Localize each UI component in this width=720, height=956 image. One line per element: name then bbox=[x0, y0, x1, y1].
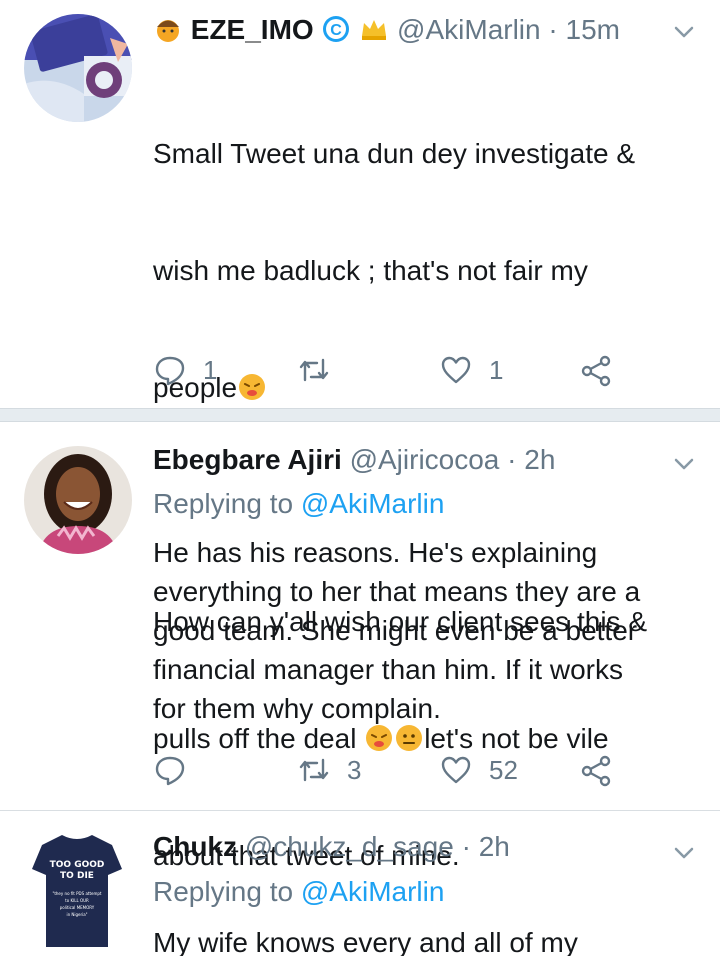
crown-emoji-icon bbox=[362, 20, 387, 40]
retweet-icon bbox=[299, 358, 329, 382]
separator-dot: · bbox=[461, 831, 471, 862]
avatar-chukz[interactable]: TOO GOOD TO DIE "they no fit PDS attempt… bbox=[22, 829, 132, 949]
author-handle[interactable]: @Ajiricocoa bbox=[350, 444, 500, 475]
tweet-text: My wife knows every and all of my bbox=[153, 927, 578, 956]
chevron-down-icon[interactable] bbox=[672, 452, 696, 476]
heart-icon bbox=[441, 756, 471, 784]
tweet-actions: 1 1 bbox=[153, 350, 633, 390]
like-button[interactable]: 1 bbox=[439, 350, 503, 390]
tweet-1[interactable]: EZE_IMO C @AkiMarlin · 15m Small Tweet u… bbox=[0, 0, 720, 871]
tweet-3-header: Chukz @chukz_d_sage · 2h bbox=[153, 831, 660, 863]
timestamp[interactable]: 2h bbox=[524, 444, 555, 475]
replying-to: Replying to @AkiMarlin bbox=[153, 488, 444, 520]
replying-prefix: Replying to bbox=[153, 876, 294, 907]
avatar-ebegbare-ajiri[interactable] bbox=[24, 446, 132, 554]
like-button[interactable]: 52 bbox=[439, 750, 518, 790]
heart-icon bbox=[441, 356, 471, 384]
reply-icon bbox=[155, 356, 185, 386]
reply-count: 1 bbox=[203, 354, 218, 385]
tweet-3[interactable]: TOO GOOD TO DIE "they no fit PDS attempt… bbox=[0, 811, 720, 956]
author-handle[interactable]: @chukz_d_sage bbox=[245, 831, 454, 862]
like-count: 52 bbox=[489, 754, 518, 785]
timestamp[interactable]: 2h bbox=[479, 831, 510, 862]
separator-dot: · bbox=[548, 14, 558, 45]
author-name[interactable]: Ebegbare Ajiri bbox=[153, 444, 342, 475]
person-emoji-icon bbox=[157, 20, 179, 42]
retweet-icon bbox=[299, 758, 329, 782]
retweet-button[interactable] bbox=[297, 350, 331, 390]
author-handle[interactable]: @AkiMarlin bbox=[397, 14, 541, 45]
like-count: 1 bbox=[489, 354, 504, 385]
tweet-text-line: wish me badluck ; that's not fair my bbox=[153, 255, 588, 286]
retweet-button[interactable]: 3 bbox=[297, 750, 361, 790]
tweet-actions: 3 52 bbox=[153, 750, 633, 790]
retweet-count: 3 bbox=[347, 754, 362, 785]
replying-to: Replying to @AkiMarlin bbox=[153, 876, 444, 908]
tweet-2[interactable]: Ebegbare Ajiri @Ajiricocoa · 2h Replying… bbox=[0, 422, 720, 810]
tweet-text-line: Small Tweet una dun dey investigate & bbox=[153, 138, 636, 169]
reply-button[interactable]: 1 bbox=[153, 350, 217, 390]
mention-link[interactable]: @AkiMarlin bbox=[301, 488, 445, 519]
avatar-eze-imo[interactable] bbox=[24, 14, 132, 122]
author-name[interactable]: Chukz bbox=[153, 831, 237, 862]
share-button[interactable] bbox=[579, 750, 613, 790]
timestamp[interactable]: 15m bbox=[566, 14, 620, 45]
chevron-down-icon[interactable] bbox=[672, 841, 696, 865]
share-icon bbox=[581, 355, 611, 387]
reply-icon bbox=[155, 756, 185, 786]
shirt-text-line: "they no fit PDS attempt bbox=[52, 891, 101, 896]
copyright-badge-icon: C bbox=[323, 16, 350, 42]
chevron-down-icon[interactable] bbox=[672, 20, 696, 44]
replying-prefix: Replying to bbox=[153, 488, 294, 519]
author-name[interactable]: EZE_IMO bbox=[191, 14, 314, 45]
tweet-text: He has his reasons. He's explaining ever… bbox=[153, 537, 641, 724]
shirt-text-line: to KILL OUR bbox=[65, 898, 89, 903]
tweet-2-header: Ebegbare Ajiri @Ajiricocoa · 2h bbox=[153, 444, 660, 476]
shirt-text-line: political MEMORY bbox=[60, 905, 95, 910]
svg-text:C: C bbox=[331, 22, 343, 39]
shirt-text-line: TO DIE bbox=[60, 871, 94, 881]
mention-link[interactable]: @AkiMarlin bbox=[301, 876, 445, 907]
share-button[interactable] bbox=[579, 350, 613, 390]
separator-dot: · bbox=[507, 444, 517, 475]
thread-divider bbox=[0, 408, 720, 422]
shirt-text-line: in Nigeria" bbox=[66, 912, 87, 917]
tweet-1-header: EZE_IMO C @AkiMarlin · 15m bbox=[153, 14, 660, 46]
reply-button[interactable] bbox=[153, 750, 187, 790]
share-icon bbox=[581, 755, 611, 787]
shirt-text-line: TOO GOOD bbox=[50, 860, 105, 870]
